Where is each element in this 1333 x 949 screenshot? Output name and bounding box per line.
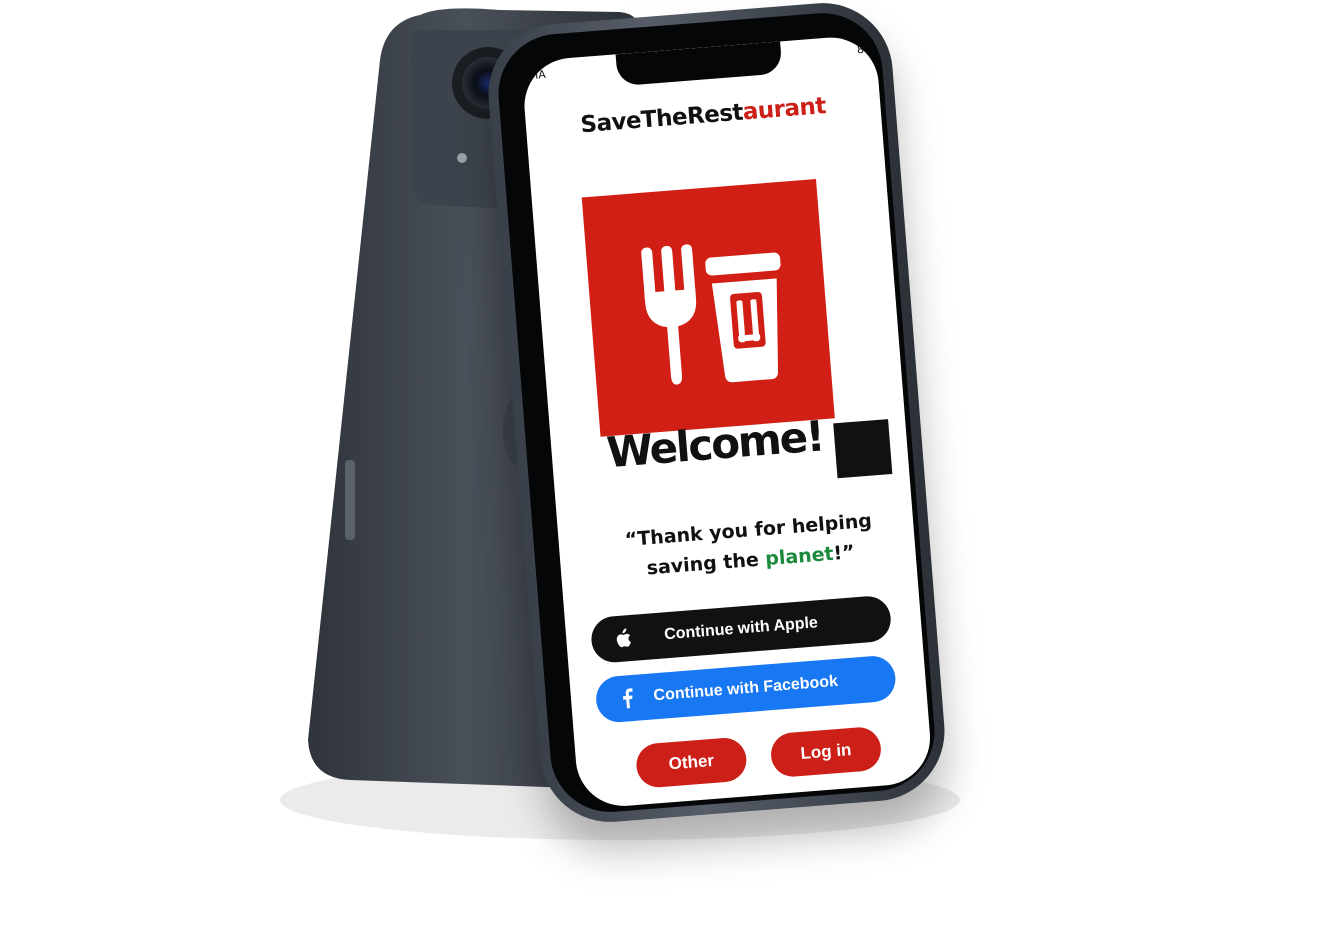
quote-line-2-pre: saving the (645, 548, 767, 580)
other-button[interactable]: Other (634, 736, 748, 789)
notch (615, 41, 783, 87)
continue-with-apple-button[interactable]: Continue with Apple (589, 594, 893, 664)
phone-bezel: HA 8 SaveTheRestaurant Welcome! “Thank y… (493, 8, 940, 817)
phone-frame: HA 8 SaveTheRestaurant Welcome! “Thank y… (483, 0, 950, 828)
decorative-square (833, 419, 893, 479)
app-title: SaveTheRestaurant (525, 89, 881, 143)
quote-line-2-post: !” (832, 541, 856, 565)
login-button[interactable]: Log in (769, 725, 883, 779)
continue-with-facebook-button[interactable]: Continue with Facebook (594, 654, 898, 724)
carrier-label: HA (529, 67, 547, 83)
app-title-main: SaveTheRest (579, 99, 744, 139)
app-logo (581, 179, 835, 437)
app-title-accent: aurant (741, 93, 827, 126)
thank-you-quote: “Thank you for helping saving the planet… (618, 505, 882, 585)
front-phone: HA 8 SaveTheRestaurant Welcome! “Thank y… (483, 0, 1067, 857)
apple-icon (611, 627, 635, 651)
facebook-button-label: Continue with Facebook (652, 672, 839, 705)
facebook-icon (615, 687, 639, 711)
app-screen: HA 8 SaveTheRestaurant Welcome! “Thank y… (520, 33, 934, 810)
fork-and-trash-icon (641, 244, 781, 385)
battery-label: 8 (856, 42, 865, 57)
quote-planet-word: planet (764, 542, 835, 571)
mockup-scene: HA 8 SaveTheRestaurant Welcome! “Thank y… (0, 0, 1333, 949)
apple-button-label: Continue with Apple (663, 614, 819, 644)
